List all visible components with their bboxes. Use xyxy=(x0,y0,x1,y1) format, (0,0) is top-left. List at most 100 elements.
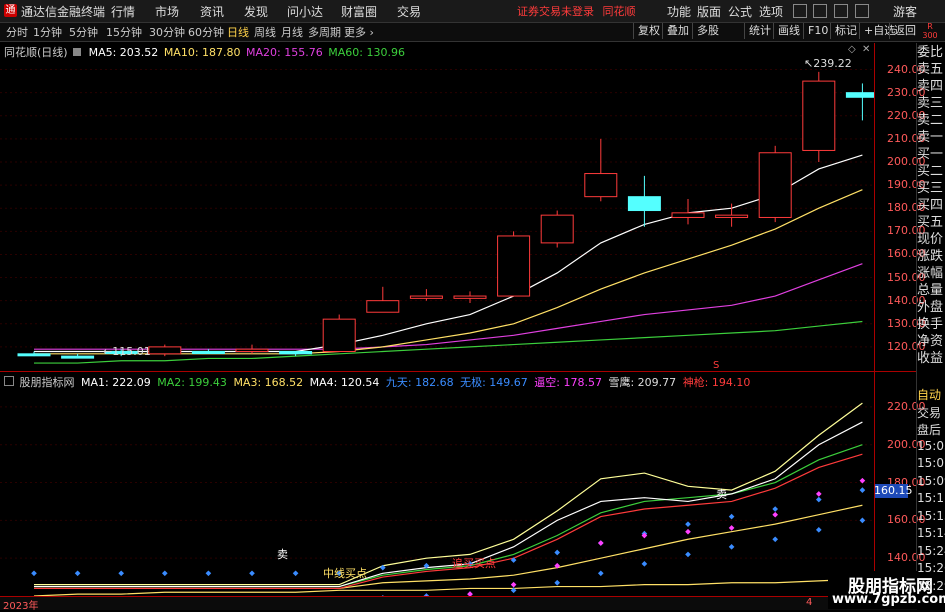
sell-signal-label-2: 卖 xyxy=(716,488,727,501)
menu-function[interactable]: 功能 xyxy=(667,3,691,20)
candle-body xyxy=(235,348,269,353)
adjust-button[interactable]: 复权 xyxy=(633,23,664,39)
mid-buy-label: 中线买点 xyxy=(323,567,367,580)
time-axis[interactable] xyxy=(0,596,917,610)
overlay-button[interactable]: 叠加 xyxy=(662,23,693,39)
year-label: 2023年 xyxy=(3,601,39,612)
ma5-line xyxy=(34,154,863,353)
side-item-secondary[interactable]: 15:14 xyxy=(917,526,945,540)
menu-layout[interactable]: 版面 xyxy=(697,3,721,20)
mark-button[interactable]: 标记 xyxy=(830,23,861,39)
chase-buy-label: 追买买点 xyxy=(452,557,496,570)
candle-body xyxy=(453,295,487,299)
app-logo-icon: 通 xyxy=(4,4,17,17)
period-60min[interactable]: 60分钟 xyxy=(188,24,224,40)
signal-dot-blue xyxy=(205,570,212,577)
side-item-secondary[interactable]: 15:24 xyxy=(917,544,945,558)
draw-line-button[interactable]: 画线 xyxy=(773,23,804,39)
candle-body xyxy=(409,295,443,299)
side-item-secondary[interactable]: 15:13 xyxy=(917,509,945,523)
side-item[interactable]: 收益 xyxy=(917,349,945,369)
candle-body xyxy=(758,152,792,218)
period-daily[interactable]: 日线 xyxy=(227,24,249,40)
signal-dot-blue xyxy=(859,487,866,493)
signal-dot-blue xyxy=(815,526,822,533)
multi-stock-button[interactable]: 多股 xyxy=(692,23,723,39)
signal-dot-blue xyxy=(31,570,37,577)
candle-body xyxy=(584,173,618,198)
menu-quotes[interactable]: 行情 xyxy=(111,3,135,20)
close-panel-icon[interactable]: ✕ xyxy=(862,44,870,55)
sell-signal-label: 卖 xyxy=(277,548,288,561)
sub-line-4 xyxy=(34,453,863,590)
sub-line-6 xyxy=(33,578,863,596)
candlestick-chart[interactable] xyxy=(0,58,874,370)
period-weekly[interactable]: 周线 xyxy=(254,24,276,40)
signal-dot-blue xyxy=(641,561,648,567)
menu-wealth[interactable]: 财富圈 xyxy=(341,3,377,20)
candle-body xyxy=(366,300,400,313)
candle-body xyxy=(845,92,874,98)
signal-dot-blue xyxy=(728,513,735,520)
chevron-right-icon: › xyxy=(369,26,374,39)
signal-dot-blue xyxy=(554,549,561,556)
f10-button[interactable]: F10 xyxy=(803,23,832,39)
gear-icon[interactable] xyxy=(4,376,14,386)
menu-discover[interactable]: 发现 xyxy=(244,3,268,20)
month-marker: 4 xyxy=(806,597,813,608)
signal-dot-blue xyxy=(859,517,866,524)
menu-trade[interactable]: 交易 xyxy=(397,3,421,20)
candle-body xyxy=(322,318,356,353)
help-icon[interactable] xyxy=(813,4,827,18)
period-tick[interactable]: 分时 xyxy=(6,24,28,40)
candle-body xyxy=(497,235,531,297)
candle-body xyxy=(191,351,225,355)
signal-dot-magenta xyxy=(815,491,822,497)
side-item-secondary[interactable]: 交易 xyxy=(917,404,945,421)
menu-formula[interactable]: 公式 xyxy=(728,3,752,20)
signal-dot-blue xyxy=(772,536,779,543)
signal-dot-blue xyxy=(728,544,735,550)
candle-body xyxy=(715,214,749,218)
side-item-secondary[interactable]: 15:05 xyxy=(917,439,945,453)
signal-dot-blue xyxy=(772,506,779,512)
signal-dot-magenta xyxy=(597,540,604,546)
side-item-secondary[interactable]: 15:26 xyxy=(917,561,945,575)
stats-button[interactable]: 统计 xyxy=(744,23,775,39)
period-15min[interactable]: 15分钟 xyxy=(106,24,142,40)
minimize-icon[interactable] xyxy=(793,4,807,18)
menu-options[interactable]: 选项 xyxy=(759,3,783,20)
menu-ask[interactable]: 问小达 xyxy=(287,3,323,20)
period-more[interactable]: 更多 › xyxy=(344,24,374,40)
menu-news[interactable]: 资讯 xyxy=(200,3,224,20)
axis-divider xyxy=(874,43,875,603)
side-item-secondary[interactable]: 15:09 xyxy=(917,474,945,488)
candle-body xyxy=(627,196,661,212)
side-item-secondary[interactable]: 15:07 xyxy=(917,456,945,470)
login-status-text: 证券交易未登录 xyxy=(517,5,594,18)
period-1min[interactable]: 1分钟 xyxy=(33,24,62,40)
close-icon[interactable] xyxy=(855,4,869,18)
indicator-chart[interactable] xyxy=(0,388,874,596)
signal-dot-blue xyxy=(161,570,168,577)
right-tag: R 300 xyxy=(917,22,943,40)
login-status[interactable]: 证券交易未登录 同花顺 xyxy=(517,3,636,19)
sub-line-5 xyxy=(34,504,863,590)
period-5min[interactable]: 5分钟 xyxy=(69,24,98,40)
period-multi[interactable]: 多周期 xyxy=(308,24,341,40)
panel-divider[interactable] xyxy=(0,371,917,372)
restore-icon[interactable] xyxy=(834,4,848,18)
current-price-tag: 160.15 xyxy=(874,484,913,498)
side-item-secondary[interactable]: 自动 xyxy=(917,386,945,403)
menu-market[interactable]: 市场 xyxy=(155,3,179,20)
side-item-secondary[interactable]: 15:11 xyxy=(917,491,945,505)
settings-square-icon[interactable] xyxy=(73,48,82,56)
app-title: 通达信金融终端 xyxy=(21,5,106,19)
side-item-secondary[interactable]: 15:29 xyxy=(917,579,945,593)
signal-dot-magenta xyxy=(772,511,779,518)
period-more-label: 更多 xyxy=(344,26,366,39)
side-item-secondary[interactable]: 盘后 xyxy=(917,421,945,438)
period-monthly[interactable]: 月线 xyxy=(281,24,303,40)
period-30min[interactable]: 30分钟 xyxy=(149,24,185,40)
diamond-icon[interactable]: ◇ xyxy=(848,44,856,55)
